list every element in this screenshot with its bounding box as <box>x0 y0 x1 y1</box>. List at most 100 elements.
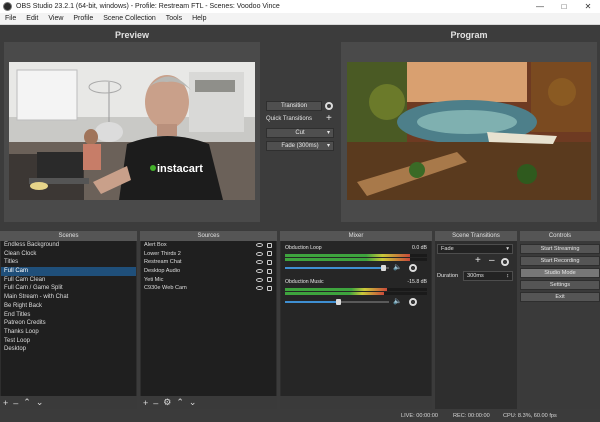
transition-select[interactable]: Fade ▾ <box>437 244 513 254</box>
visibility-eye-icon[interactable] <box>256 269 263 274</box>
remove-scene-icon[interactable]: – <box>13 398 18 408</box>
lock-icon[interactable] <box>267 251 272 257</box>
scene-item[interactable]: Main Stream - with Chat <box>1 293 136 302</box>
scene-item[interactable]: End Titles <box>1 311 136 320</box>
source-label: Yeti Mic <box>144 276 164 283</box>
program-game-image <box>347 62 591 200</box>
studio-mode-button[interactable]: Studio Mode <box>520 268 600 278</box>
channel-gear-icon[interactable] <box>409 264 417 272</box>
move-up-icon[interactable]: ⌃ <box>23 397 31 408</box>
scene-item[interactable]: Titles <box>1 258 136 267</box>
lock-icon[interactable] <box>267 268 272 274</box>
lock-icon[interactable] <box>267 242 272 248</box>
add-quick-transition-icon[interactable]: + <box>326 114 332 124</box>
scene-item[interactable]: Patreon Credits <box>1 319 136 328</box>
start-streaming-button[interactable]: Start Streaming <box>520 244 600 254</box>
scene-item[interactable]: Be Right Back <box>1 302 136 311</box>
remove-transition-icon[interactable]: – <box>489 256 495 266</box>
menu-edit[interactable]: Edit <box>21 15 43 22</box>
audio-meter <box>285 254 427 257</box>
scene-item[interactable]: Full Cam / Game Split <box>1 284 136 293</box>
menu-help[interactable]: Help <box>187 15 211 22</box>
menu-file[interactable]: File <box>0 15 21 22</box>
mixer-dock: Mixer Obduction Loop 0.0 dB 🔈 Obduction … <box>280 231 432 409</box>
status-bar: LIVE: 00:00:00 REC: 00:00:00 CPU: 8.3%, … <box>0 410 600 422</box>
source-item[interactable]: Yeti Mic <box>141 276 276 285</box>
lock-icon[interactable] <box>267 277 272 283</box>
source-label: Restream Chat <box>144 259 182 266</box>
mixer-channels: Obduction Loop 0.0 dB 🔈 Obduction Music … <box>281 241 431 396</box>
source-item[interactable]: Lower Thirds 2 <box>141 250 276 259</box>
speaker-icon[interactable]: 🔈 <box>393 298 402 305</box>
source-item[interactable]: C930e Web Cam <box>141 284 276 293</box>
channel-gear-icon[interactable] <box>409 298 417 306</box>
add-transition-icon[interactable]: + <box>475 256 481 266</box>
menu-profile[interactable]: Profile <box>68 15 98 22</box>
rec-timer: REC: 00:00:00 <box>453 413 490 419</box>
source-item[interactable]: Restream Chat <box>141 258 276 267</box>
visibility-eye-icon[interactable] <box>256 243 263 247</box>
move-down-icon[interactable]: ⌄ <box>189 397 197 408</box>
move-down-icon[interactable]: ⌄ <box>36 397 44 408</box>
volume-knob[interactable] <box>381 265 386 271</box>
audio-meter <box>285 288 427 291</box>
channel-db: -15.8 dB <box>407 279 427 285</box>
menu-scene-collection[interactable]: Scene Collection <box>98 15 161 22</box>
scene-item-selected[interactable]: Full Cam <box>1 267 136 276</box>
sources-list: Alert Box Lower Thirds 2 Restream Chat D… <box>141 241 276 396</box>
stepper-icon[interactable]: ↕ <box>506 272 509 281</box>
scene-item[interactable]: Clean Clock <box>1 250 136 259</box>
source-properties-gear-icon[interactable]: ⚙ <box>163 397 171 408</box>
lock-icon[interactable] <box>267 259 272 265</box>
cut-button[interactable]: Cut ▾ <box>266 128 334 138</box>
volume-fill <box>285 301 337 303</box>
source-label: Desktop Audio <box>144 268 181 275</box>
obs-logo-icon <box>3 2 12 11</box>
add-source-icon[interactable]: + <box>143 398 148 408</box>
volume-slider[interactable] <box>285 299 389 305</box>
mixer-toolbar <box>280 396 432 409</box>
volume-slider[interactable] <box>285 265 389 271</box>
source-item[interactable]: Alert Box <box>141 241 276 250</box>
menu-tools[interactable]: Tools <box>161 15 187 22</box>
scenes-list: Endless Background Clean Clock Titles Fu… <box>1 241 136 396</box>
volume-knob[interactable] <box>336 299 341 305</box>
exit-button[interactable]: Exit <box>520 292 600 302</box>
visibility-eye-icon[interactable] <box>256 251 263 256</box>
transition-properties-gear-icon[interactable] <box>501 258 509 266</box>
preview-pane[interactable]: instacart <box>4 42 260 222</box>
transition-gear-icon[interactable] <box>325 102 333 110</box>
visibility-eye-icon[interactable] <box>256 286 263 291</box>
maximize-icon[interactable]: □ <box>552 0 576 13</box>
scene-item[interactable]: Thanks Loop <box>1 328 136 337</box>
scene-item[interactable]: Endless Background <box>1 241 136 250</box>
minimize-icon[interactable]: — <box>528 0 552 13</box>
mixer-title: Mixer <box>280 231 432 241</box>
transition-button[interactable]: Transition <box>266 101 322 111</box>
start-recording-button[interactable]: Start Recording <box>520 256 600 266</box>
scene-item[interactable]: Desktop <box>1 345 136 354</box>
sources-title: Sources <box>140 231 277 241</box>
move-up-icon[interactable]: ⌃ <box>176 397 184 408</box>
duration-input[interactable]: 300ms ↕ <box>463 271 513 281</box>
volume-fill <box>285 267 382 269</box>
meter-fill <box>285 254 410 257</box>
scene-item[interactable]: Full Cam Clean <box>1 276 136 285</box>
visibility-eye-icon[interactable] <box>256 277 263 282</box>
scene-item[interactable]: Test Loop <box>1 337 136 346</box>
speaker-icon[interactable]: 🔈 <box>393 264 402 271</box>
settings-button[interactable]: Settings <box>520 280 600 290</box>
menu-view[interactable]: View <box>43 15 68 22</box>
channel-name: Obduction Music <box>285 279 324 285</box>
duration-label: Duration <box>437 273 459 279</box>
scenes-dock: Scenes Endless Background Clean Clock Ti… <box>0 231 137 409</box>
fade-button[interactable]: Fade (300ms) ▾ <box>266 141 334 151</box>
scene-transitions-dock: Scene Transitions Fade ▾ + – Duration 30… <box>435 231 517 409</box>
source-item[interactable]: Desktop Audio <box>141 267 276 276</box>
close-icon[interactable]: ✕ <box>576 0 600 13</box>
program-pane[interactable] <box>341 42 597 222</box>
visibility-eye-icon[interactable] <box>256 260 263 265</box>
add-scene-icon[interactable]: + <box>3 398 8 408</box>
remove-source-icon[interactable]: – <box>153 398 158 408</box>
lock-icon[interactable] <box>267 285 272 291</box>
